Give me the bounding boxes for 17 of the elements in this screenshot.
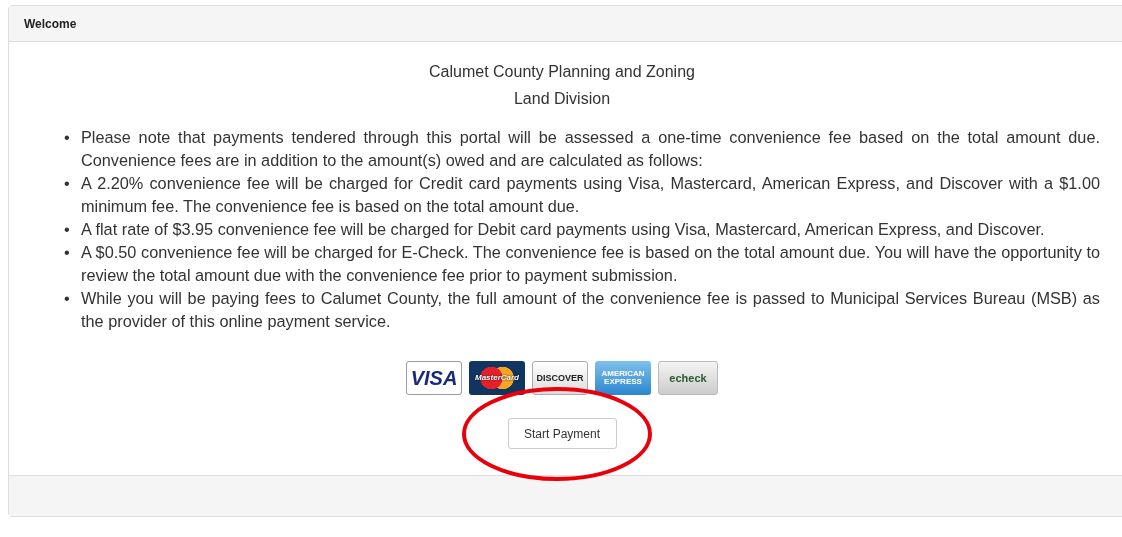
page-heading: Calumet County Planning and Zoning: [429, 62, 695, 82]
fee-note: A flat rate of $3.95 convenience fee will be charged for Debit card payments using Visa, Mastercard, American Express, and Discover.: [81, 219, 1046, 240]
bullet-mark: •: [64, 173, 71, 194]
fee-note: A $0.50 convenience fee will be charged for E-Check. The convenience fee is based on the total amount due. You will have the opportunity to review the total amount due with the convenience fee prior to payment submission.: [81, 242, 1100, 286]
page-heading: Land Division: [513, 89, 611, 109]
bullet-mark: •: [64, 219, 71, 240]
payment-logo: VISA: [406, 361, 462, 395]
panel-title: Welcome: [24, 16, 77, 31]
fee-note: While you will be paying fees to Calumet County, the full amount of the convenience fee is passed to Municipal Services Bureau (MSB) as the provider of this online payment service.: [81, 288, 1100, 332]
payment-logo: AMERICAN EXPRESS: [595, 361, 651, 395]
bullet-mark: •: [64, 242, 71, 263]
bullet-mark: •: [64, 288, 71, 309]
payment-logo: echeck: [658, 361, 718, 395]
fee-note: A 2.20% convenience fee will be charged for Credit card payments using Visa, Mastercard, American Express, and Discover with a $1.00 minimum fee. The convenience fee is based on the total amount due.: [81, 173, 1100, 217]
start-payment-button[interactable]: Start Payment: [507, 418, 617, 449]
bullet-mark: •: [64, 127, 71, 148]
fee-note: Please note that payments tendered through this portal will be assessed a one-time convenience fee based on the total amount due. Convenience fees are in addition to the amount(s) owed and are calculated as follows:: [81, 127, 1100, 171]
